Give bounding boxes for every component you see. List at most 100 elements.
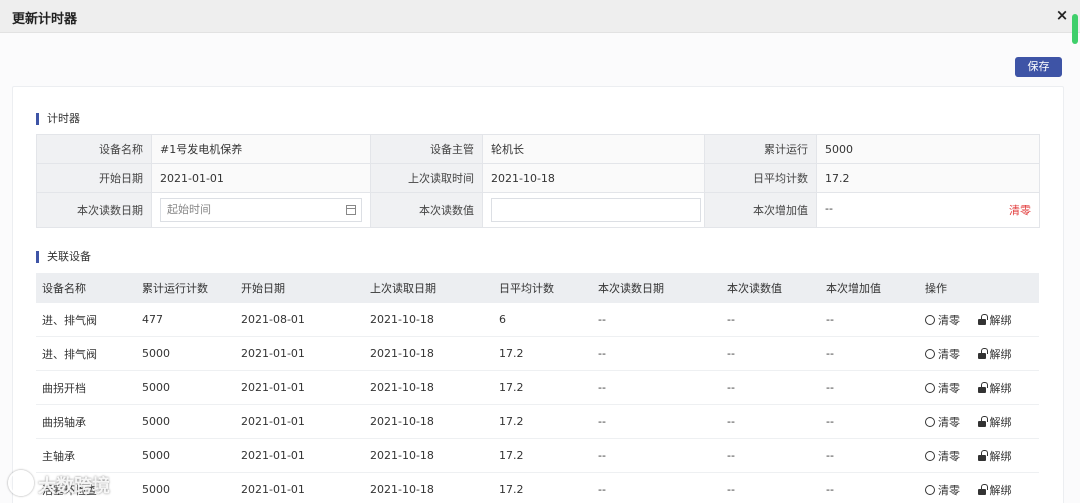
circle-icon bbox=[925, 450, 935, 461]
read-date-input[interactable]: 起始时间 bbox=[160, 198, 362, 222]
cell: 2021-01-01 bbox=[235, 336, 364, 371]
cell: -- bbox=[820, 472, 919, 503]
cell: -- bbox=[592, 336, 721, 371]
actions-cell: 清零 解绑 bbox=[919, 438, 1039, 473]
cell: 17.2 bbox=[493, 370, 592, 405]
timer-form: 设备名称 #1号发电机保养 设备主管 轮机长 累计运行 5000 开始日期 20… bbox=[36, 134, 1040, 228]
cumulative-value: 5000 bbox=[816, 134, 1040, 164]
cell: -- bbox=[721, 336, 820, 371]
close-icon[interactable]: × bbox=[1054, 6, 1070, 24]
cell: 2021-10-18 bbox=[364, 370, 493, 405]
read-date-cell: 起始时间 bbox=[151, 192, 371, 228]
cell: -- bbox=[721, 438, 820, 473]
save-button[interactable]: 保存 bbox=[1015, 57, 1062, 77]
col-header: 设备名称 bbox=[36, 273, 136, 303]
increase-cell: -- 清零 bbox=[816, 192, 1040, 228]
cell: 主轴承 bbox=[36, 438, 136, 473]
table-row: 曲拐轴承 5000 2021-01-01 2021-10-18 17.2 -- … bbox=[36, 404, 1039, 439]
cell: 2021-10-18 bbox=[364, 438, 493, 473]
reset-button[interactable]: 清零 bbox=[925, 312, 960, 328]
reset-link[interactable]: 清零 bbox=[1009, 202, 1031, 218]
reset-button[interactable]: 清零 bbox=[925, 448, 960, 464]
unlock-icon bbox=[977, 347, 988, 359]
cell: 曲拐开档 bbox=[36, 370, 136, 405]
supervisor-label: 设备主管 bbox=[370, 134, 483, 164]
reset-label: 清零 bbox=[938, 415, 960, 429]
circle-icon bbox=[925, 484, 935, 495]
dialog-title: 更新计时器 bbox=[12, 12, 78, 27]
unbind-label: 解绑 bbox=[989, 483, 1012, 497]
reset-label: 清零 bbox=[938, 347, 960, 361]
unbind-button[interactable]: 解绑 bbox=[977, 414, 1012, 430]
col-header: 本次读数值 bbox=[721, 273, 820, 303]
cell: -- bbox=[820, 404, 919, 439]
unbind-button[interactable]: 解绑 bbox=[977, 346, 1012, 362]
cell: 17.2 bbox=[493, 438, 592, 473]
col-header: 本次读数日期 bbox=[592, 273, 721, 303]
cell: -- bbox=[820, 303, 919, 337]
cell: -- bbox=[820, 336, 919, 371]
cell: 5000 bbox=[136, 336, 235, 371]
cell: -- bbox=[721, 370, 820, 405]
last-read-time-value: 2021-10-18 bbox=[482, 163, 705, 193]
col-header: 操作 bbox=[919, 273, 1039, 303]
actions-cell: 清零 解绑 bbox=[919, 472, 1039, 503]
cell: 2021-10-18 bbox=[364, 404, 493, 439]
cell: -- bbox=[592, 472, 721, 503]
reset-label: 清零 bbox=[938, 449, 960, 463]
col-header: 本次增加值 bbox=[820, 273, 919, 303]
table-row: 活塞环检查 5000 2021-01-01 2021-10-18 17.2 --… bbox=[36, 472, 1039, 503]
start-date-label: 开始日期 bbox=[36, 163, 152, 193]
cell: 2021-01-01 bbox=[235, 472, 364, 503]
daily-avg-value: 17.2 bbox=[816, 163, 1040, 193]
cell: -- bbox=[721, 472, 820, 503]
cell: 6 bbox=[493, 303, 592, 337]
unbind-button[interactable]: 解绑 bbox=[977, 482, 1012, 498]
cell: -- bbox=[592, 303, 721, 337]
timer-section-title: 计时器 bbox=[36, 113, 80, 125]
cell: -- bbox=[592, 370, 721, 405]
dialog-titlebar: 更新计时器 × bbox=[0, 0, 1080, 33]
cell: 2021-10-18 bbox=[364, 303, 493, 337]
table-row: 主轴承 5000 2021-01-01 2021-10-18 17.2 -- -… bbox=[36, 438, 1039, 473]
cell: 进、排气阀 bbox=[36, 303, 136, 337]
cell: 2021-01-01 bbox=[235, 404, 364, 439]
reset-label: 清零 bbox=[938, 381, 960, 395]
reset-label: 清零 bbox=[938, 313, 960, 327]
unbind-button[interactable]: 解绑 bbox=[977, 448, 1012, 464]
unbind-button[interactable]: 解绑 bbox=[977, 380, 1012, 396]
unbind-label: 解绑 bbox=[989, 415, 1012, 429]
circle-icon bbox=[925, 314, 935, 325]
calendar-icon[interactable] bbox=[346, 205, 356, 215]
device-name-label: 设备名称 bbox=[36, 134, 152, 164]
table-row: 曲拐开档 5000 2021-01-01 2021-10-18 17.2 -- … bbox=[36, 370, 1039, 405]
reset-button[interactable]: 清零 bbox=[925, 414, 960, 430]
cell: 17.2 bbox=[493, 336, 592, 371]
read-value-label: 本次读数值 bbox=[370, 192, 483, 228]
cell: 5000 bbox=[136, 472, 235, 503]
unbind-button[interactable]: 解绑 bbox=[977, 312, 1012, 328]
actions-cell: 清零 解绑 bbox=[919, 370, 1039, 405]
related-devices-table: 设备名称 累计运行计数 开始日期 上次读取日期 日平均计数 本次读数日期 本次读… bbox=[36, 273, 1039, 503]
unbind-label: 解绑 bbox=[989, 313, 1012, 327]
unbind-label: 解绑 bbox=[989, 347, 1012, 361]
col-header: 累计运行计数 bbox=[136, 273, 235, 303]
reset-button[interactable]: 清零 bbox=[925, 380, 960, 396]
unbind-label: 解绑 bbox=[989, 449, 1012, 463]
cell: 17.2 bbox=[493, 404, 592, 439]
cell: 2021-01-01 bbox=[235, 370, 364, 405]
cell: -- bbox=[820, 370, 919, 405]
cell: 2021-08-01 bbox=[235, 303, 364, 337]
reset-button[interactable]: 清零 bbox=[925, 346, 960, 362]
table-row: 进、排气阀 477 2021-08-01 2021-10-18 6 -- -- … bbox=[36, 303, 1039, 337]
cell: -- bbox=[820, 438, 919, 473]
read-value-input[interactable] bbox=[491, 198, 701, 222]
last-read-time-label: 上次读取时间 bbox=[370, 163, 483, 193]
cell: -- bbox=[721, 303, 820, 337]
cell: 477 bbox=[136, 303, 235, 337]
supervisor-value: 轮机长 bbox=[482, 134, 705, 164]
reset-button[interactable]: 清零 bbox=[925, 482, 960, 498]
cell: 5000 bbox=[136, 370, 235, 405]
read-date-label: 本次读数日期 bbox=[36, 192, 152, 228]
scroll-indicator[interactable] bbox=[1072, 14, 1078, 44]
